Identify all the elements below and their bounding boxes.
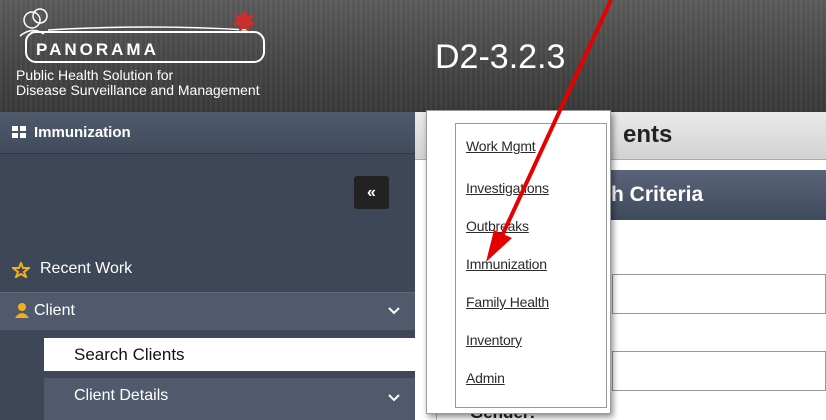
search-field-2[interactable] [612,351,826,391]
star-icon [12,262,30,278]
chevron-down-icon [388,394,400,402]
menu-item-investigations[interactable]: Investigations [466,180,549,196]
grid-icon [12,126,26,138]
module-menu-list: Work Mgmt Investigations Outbreaks Immun… [455,123,607,408]
sidebar-item-recent-work[interactable]: Recent Work [0,249,415,291]
logo-subtitle: Public Health Solution for Disease Surve… [16,68,260,98]
logo-subtitle-line1: Public Health Solution for [16,67,174,83]
search-field-1[interactable] [612,274,826,314]
person-icon [15,303,29,318]
module-label: Immunization [34,124,131,141]
sidebar-item-label: Client [34,302,75,319]
collapse-sidebar-button[interactable]: « [354,176,389,209]
module-menu-dropdown: Work Mgmt Investigations Outbreaks Immun… [426,110,611,414]
panorama-logo[interactable]: PANORAMA Public Health Solution for Dise… [14,6,434,106]
sidebar-item-search-clients[interactable]: Search Clients [44,338,415,371]
menu-item-inventory[interactable]: Inventory [466,332,522,348]
chevron-down-icon [388,307,400,315]
sidebar-item-label: Client Details [74,387,169,404]
logo-subtitle-line2: Disease Surveillance and Management [16,82,260,98]
menu-item-outbreaks[interactable]: Outbreaks [466,218,529,234]
sidebar-item-client[interactable]: Client [0,292,415,330]
sidebar: Immunization « Recent Work Client Search… [0,112,415,420]
logo-wordmark: PANORAMA [36,40,159,59]
page-title: ents [623,121,673,148]
menu-item-work-mgmt[interactable]: Work Mgmt [466,138,536,154]
search-criteria-title: h Criteria [611,183,704,206]
sidebar-item-label: Recent Work [40,260,133,277]
module-selector[interactable]: Immunization [0,112,415,154]
version-label: D2-3.2.3 [435,38,566,76]
sidebar-item-client-details[interactable]: Client Details [44,378,415,420]
menu-item-family-health[interactable]: Family Health [466,294,549,310]
menu-item-admin[interactable]: Admin [466,370,505,386]
app-header: PANORAMA Public Health Solution for Dise… [0,0,826,112]
menu-item-immunization[interactable]: Immunization [466,256,547,272]
